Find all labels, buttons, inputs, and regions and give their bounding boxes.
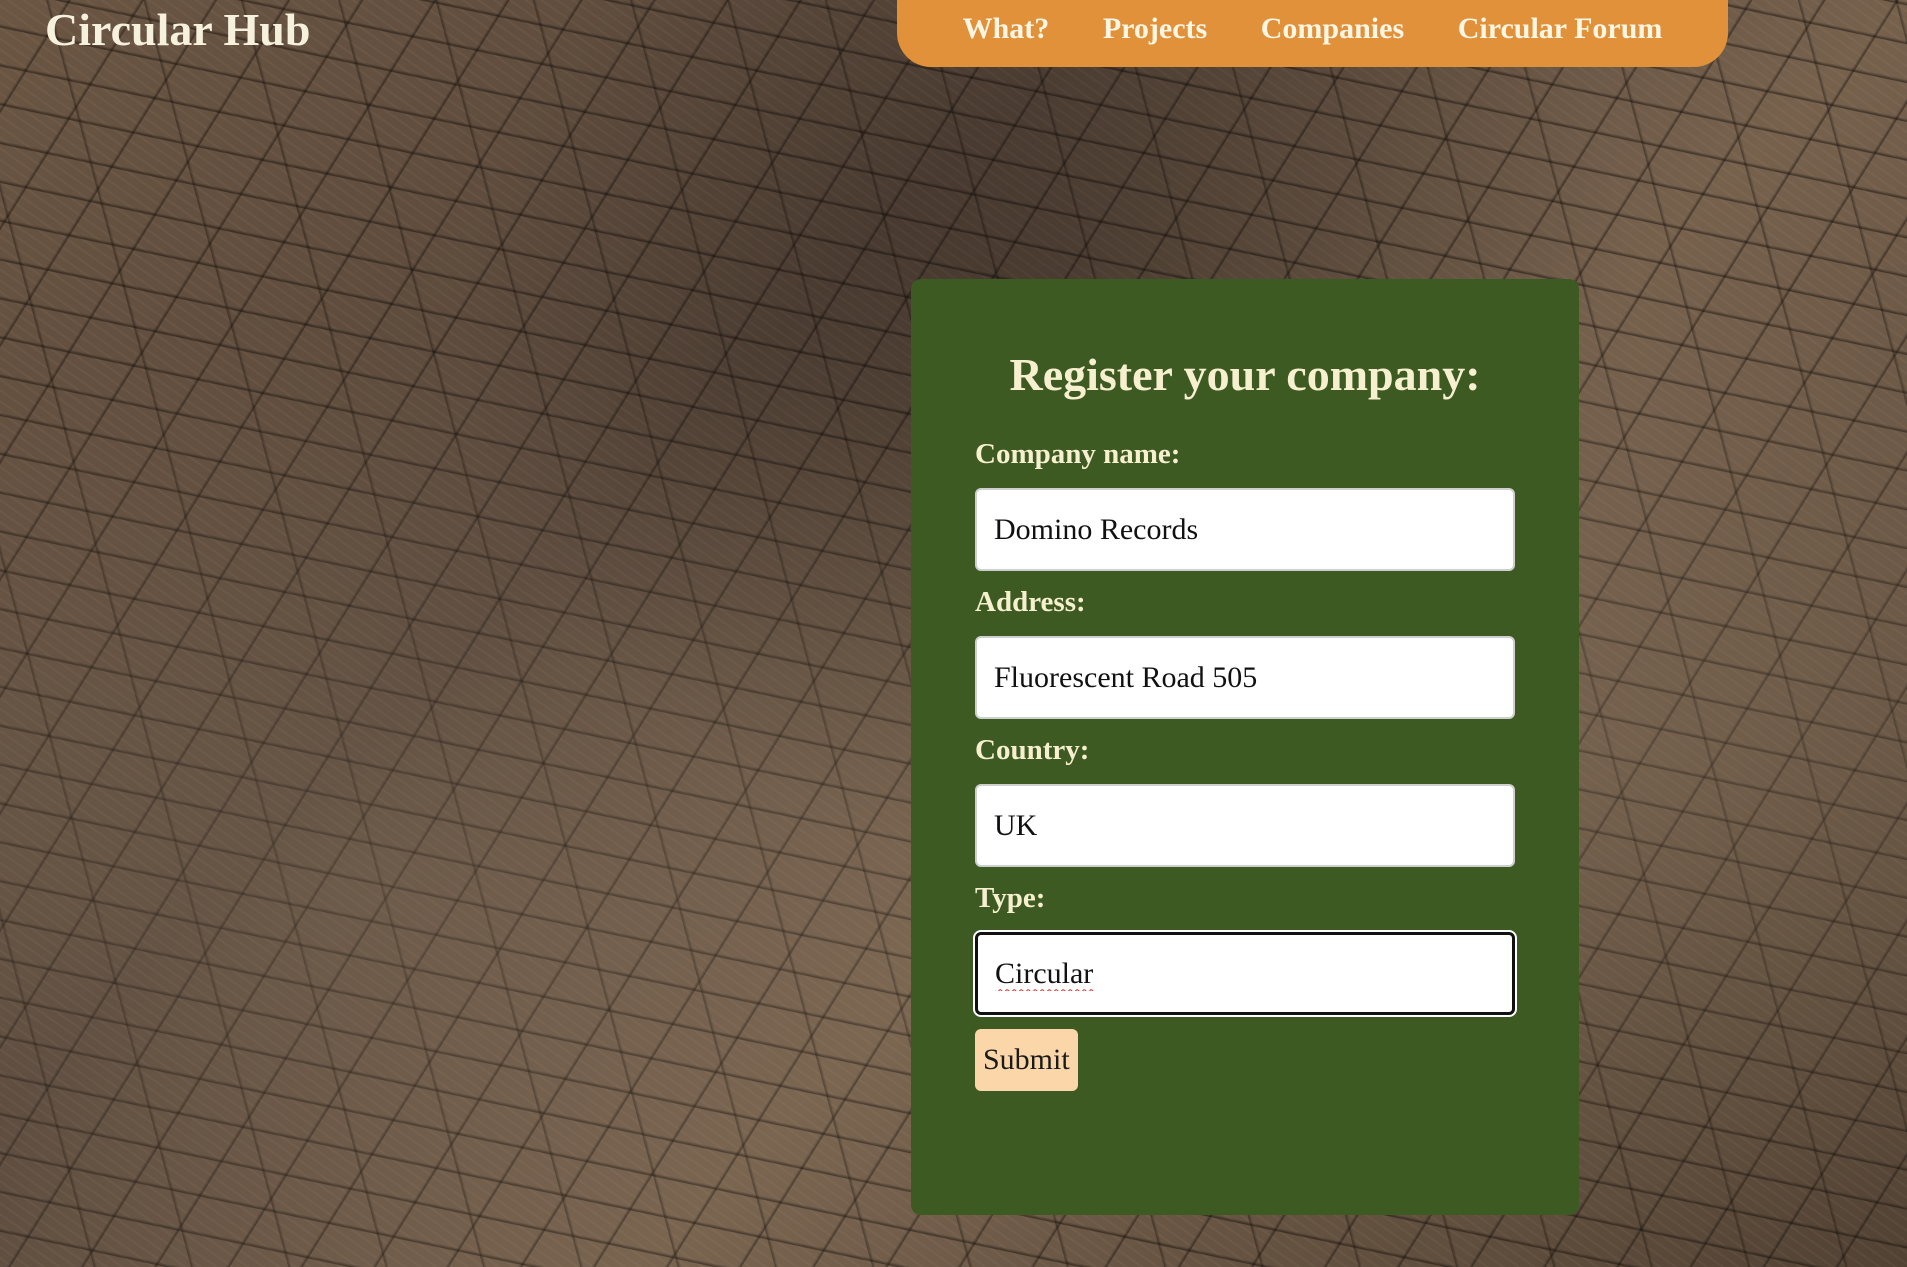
nav-link-circular-forum[interactable]: Circular Forum — [1458, 12, 1663, 46]
company-name-label: Company name: — [975, 438, 1181, 470]
register-company-form: Register your company: Company name: Add… — [911, 279, 1579, 1215]
type-input[interactable] — [975, 932, 1515, 1015]
country-input[interactable] — [975, 784, 1515, 867]
address-label: Address: — [975, 586, 1086, 618]
nav-link-what[interactable]: What? — [963, 12, 1050, 46]
submit-button[interactable]: Submit — [975, 1029, 1078, 1091]
form-title: Register your company: — [1009, 349, 1481, 400]
main-nav: What? Projects Companies Circular Forum — [897, 0, 1728, 67]
nav-link-projects[interactable]: Projects — [1103, 12, 1207, 46]
company-name-input[interactable] — [975, 488, 1515, 571]
site-logo-title[interactable]: Circular Hub — [45, 2, 310, 58]
nav-link-companies[interactable]: Companies — [1261, 12, 1404, 46]
type-label: Type: — [975, 882, 1046, 914]
address-input[interactable] — [975, 636, 1515, 719]
country-label: Country: — [975, 734, 1090, 766]
